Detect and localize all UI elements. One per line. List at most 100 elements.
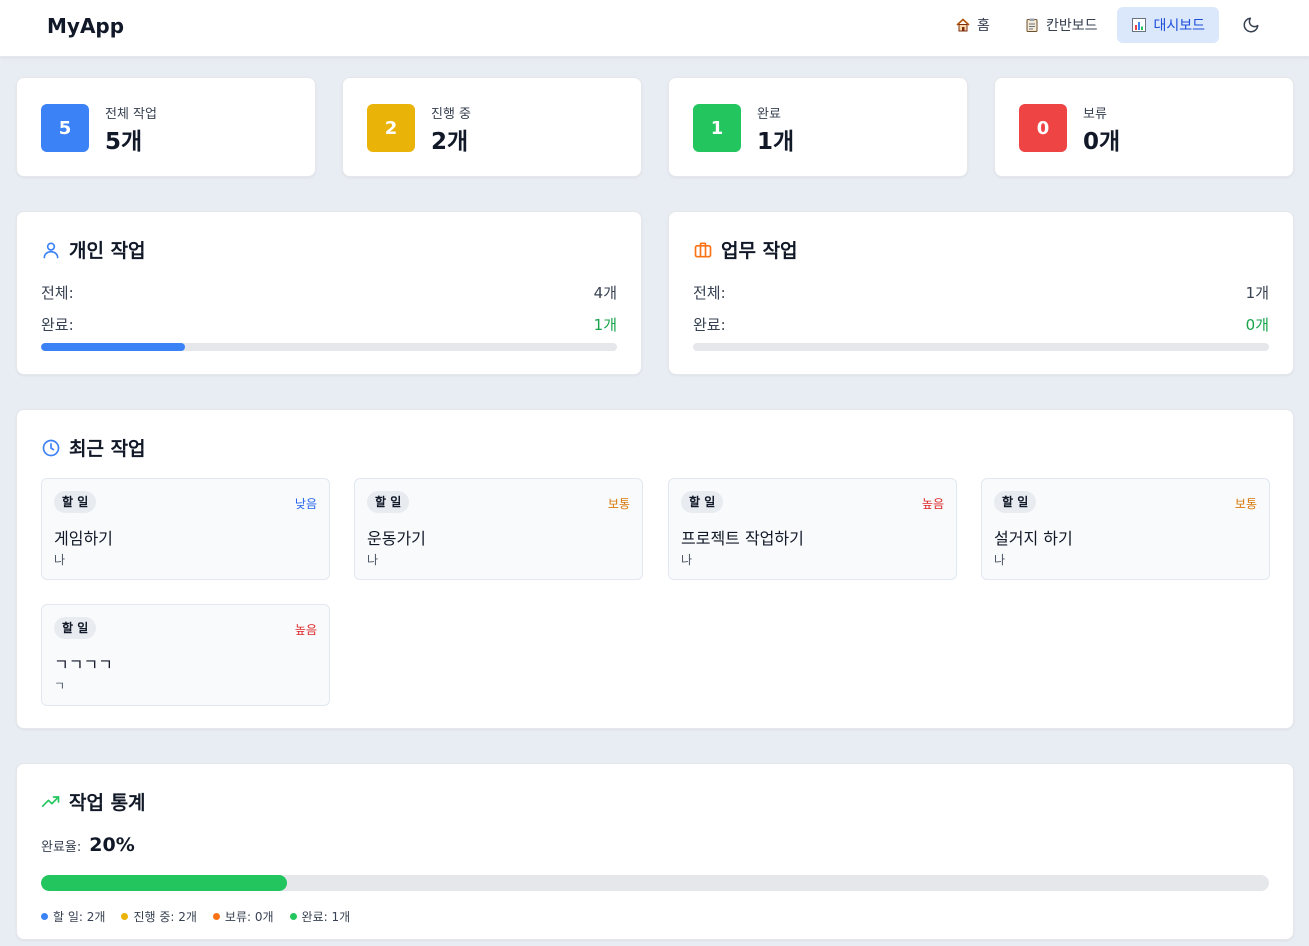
task-owner: ㄱ — [54, 679, 66, 693]
personal-progress-fill — [41, 343, 185, 351]
task-status-badge: 할 일 — [54, 617, 97, 639]
task-status-badge: 할 일 — [367, 491, 410, 513]
statistics-legend: 할 일: 2개 진행 중: 2개 보류: 0개 완료: 1개 — [41, 908, 350, 925]
task-card[interactable]: 할 일 보통 운동가기 나 — [354, 478, 643, 580]
legend-item-todo: 할 일: 2개 — [41, 908, 105, 925]
row-value: 4개 — [593, 284, 617, 302]
work-done-row: 완료: 0개 — [693, 314, 1269, 335]
personal-tasks-panel: 개인 작업 전체: 4개 완료: 1개 — [16, 211, 642, 375]
row-value: 1개 — [1245, 284, 1269, 302]
task-title: 프로젝트 작업하기 — [681, 529, 804, 548]
stat-value: 2개 — [431, 129, 469, 155]
row-label: 전체: — [41, 284, 74, 302]
nav-dashboard[interactable]: 대시보드 — [1117, 7, 1219, 43]
personal-done-row: 완료: 1개 — [41, 314, 617, 335]
legend-label: 할 일: 2개 — [53, 910, 106, 924]
task-priority: 보통 — [1234, 497, 1257, 511]
legend-item-done: 완료: 1개 — [289, 908, 351, 925]
stat-card-total: 5 전체 작업 5개 — [16, 77, 316, 177]
app-logo[interactable]: MyApp — [47, 14, 124, 38]
nav-home[interactable]: 홈 — [941, 7, 1004, 43]
work-tasks-title: 업무 작업 — [693, 236, 798, 263]
task-priority: 높음 — [294, 623, 317, 637]
top-navigation-bar: MyApp 홈 칸반보드 대시보드 — [0, 0, 1309, 57]
task-priority: 높음 — [921, 497, 944, 511]
legend-label: 완료: 1개 — [301, 910, 351, 924]
task-status-badge: 할 일 — [681, 491, 724, 513]
task-card[interactable]: 할 일 높음 ㄱㄱㄱㄱ ㄱ — [41, 604, 330, 706]
personal-tasks-title: 개인 작업 — [41, 236, 146, 263]
legend-label: 보류: 0개 — [224, 910, 274, 924]
task-title: 설거지 하기 — [994, 529, 1073, 548]
stat-badge: 5 — [41, 104, 89, 152]
stat-card-done: 1 완료 1개 — [668, 77, 968, 177]
task-owner: 나 — [367, 553, 379, 567]
task-card[interactable]: 할 일 보통 설거지 하기 나 — [981, 478, 1270, 580]
legend-dot — [212, 913, 220, 920]
task-owner: 나 — [54, 553, 66, 567]
panel-title-text: 개인 작업 — [69, 240, 146, 262]
personal-total-row: 전체: 4개 — [41, 282, 617, 303]
legend-label: 진행 중: 2개 — [133, 910, 197, 924]
stat-label: 보류 — [1083, 107, 1107, 122]
legend-item-on-hold: 보류: 0개 — [212, 908, 274, 925]
stat-card-on-hold: 0 보류 0개 — [994, 77, 1294, 177]
recent-tasks-panel: 최근 작업 할 일 낮음 게임하기 나 할 일 보통 운동가기 나 할 일 높음… — [16, 409, 1294, 729]
task-title: 게임하기 — [54, 529, 113, 548]
statistics-title: 작업 통계 — [41, 788, 146, 815]
moon-icon — [1243, 17, 1259, 33]
nav-dashboard-label: 대시보드 — [1153, 18, 1205, 34]
clipboard-icon — [1026, 18, 1038, 32]
task-priority: 낮음 — [294, 497, 317, 511]
nav-kanban-label: 칸반보드 — [1045, 18, 1098, 34]
briefcase-icon — [694, 242, 712, 257]
bar-chart-icon — [1132, 18, 1147, 32]
row-label: 완료: — [41, 316, 74, 334]
row-label: 전체: — [693, 284, 726, 302]
stat-badge: 1 — [693, 104, 741, 152]
panel-title-text: 작업 통계 — [69, 792, 146, 814]
panel-title-text: 업무 작업 — [721, 240, 798, 262]
task-status-badge: 할 일 — [994, 491, 1037, 513]
task-statistics-panel: 작업 통계 완료율: 20% 할 일: 2개 진행 중: 2개 보류: 0개 완… — [16, 763, 1294, 940]
personal-progress-bar — [41, 343, 617, 351]
row-label: 완료: — [693, 316, 726, 334]
legend-item-in-progress: 진행 중: 2개 — [121, 908, 197, 925]
stat-value: 5개 — [105, 129, 143, 155]
work-tasks-panel: 업무 작업 전체: 1개 완료: 0개 — [668, 211, 1294, 375]
stat-value: 1개 — [757, 129, 795, 155]
main-nav: 홈 칸반보드 대시보드 — [941, 7, 1269, 43]
stat-badge: 2 — [367, 104, 415, 152]
row-value: 1개 — [593, 316, 617, 334]
task-priority: 보통 — [607, 497, 630, 511]
completion-rate-label: 완료율: — [41, 840, 82, 855]
stat-badge: 0 — [1019, 104, 1067, 152]
task-card[interactable]: 할 일 높음 프로젝트 작업하기 나 — [668, 478, 957, 580]
home-icon — [956, 18, 970, 32]
theme-toggle-button[interactable] — [1233, 7, 1269, 43]
completion-rate: 완료율: 20% — [41, 834, 135, 856]
clock-icon — [42, 439, 60, 456]
completion-rate-value: 20% — [89, 834, 135, 856]
task-status-badge: 할 일 — [54, 491, 97, 513]
stat-label: 전체 작업 — [105, 107, 157, 122]
completion-progress-bar — [41, 875, 1269, 891]
task-card[interactable]: 할 일 낮음 게임하기 나 — [41, 478, 330, 580]
legend-dot — [121, 913, 129, 920]
legend-dot — [289, 913, 297, 920]
stat-value: 0개 — [1083, 129, 1121, 155]
stat-card-in-progress: 2 진행 중 2개 — [342, 77, 642, 177]
panel-title-text: 최근 작업 — [69, 438, 146, 460]
task-owner: 나 — [681, 553, 693, 567]
stat-label: 완료 — [757, 107, 781, 122]
nav-kanban[interactable]: 칸반보드 — [1010, 7, 1112, 43]
work-total-row: 전체: 1개 — [693, 282, 1269, 303]
row-value: 0개 — [1245, 316, 1269, 334]
legend-dot — [41, 913, 48, 920]
stat-label: 진행 중 — [431, 107, 472, 122]
completion-progress-fill — [41, 875, 287, 891]
recent-tasks-title: 최근 작업 — [41, 434, 146, 461]
work-progress-bar — [693, 343, 1269, 351]
task-title: 운동가기 — [367, 529, 426, 548]
user-icon — [43, 242, 59, 258]
